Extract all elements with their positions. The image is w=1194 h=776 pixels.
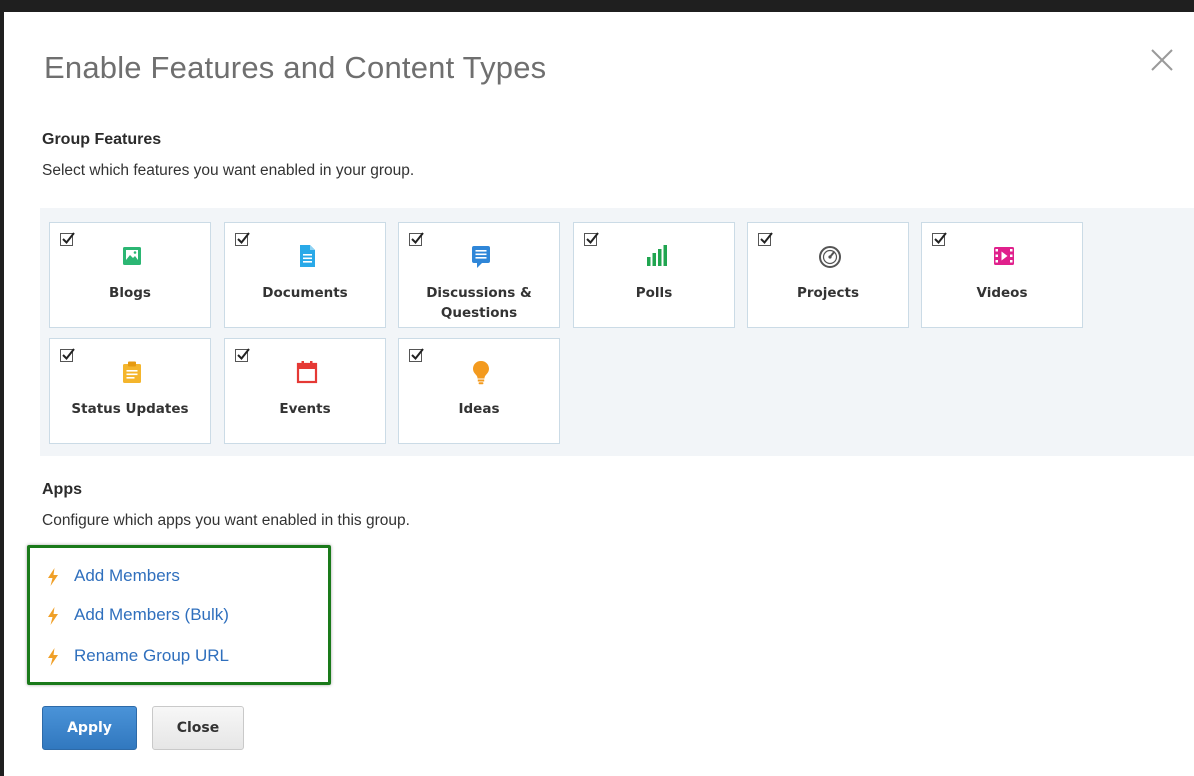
event-icon — [295, 359, 319, 385]
video-icon — [992, 243, 1016, 269]
blogs-checkbox[interactable] — [60, 232, 75, 246]
feature-tile-events[interactable]: Events — [224, 338, 386, 444]
apps-description: Configure which apps you want enabled in… — [42, 512, 410, 529]
app-link-label[interactable]: Rename Group URL — [74, 646, 229, 666]
app-link-label[interactable]: Add Members (Bulk) — [74, 605, 229, 625]
bolt-icon — [46, 648, 60, 666]
feature-label: Status Updates — [71, 401, 189, 417]
feature-tile-status-updates[interactable]: Status Updates — [49, 338, 211, 444]
feature-tile-documents[interactable]: Documents — [224, 222, 386, 328]
close-icon[interactable] — [1146, 44, 1178, 76]
feature-label: Blogs — [109, 285, 151, 301]
group-features-heading: Group Features — [42, 131, 162, 148]
feature-label: Documents — [262, 285, 348, 301]
poll-icon — [644, 243, 668, 269]
feature-label: Discussions & Questions — [426, 285, 532, 321]
apps-heading: Apps — [42, 481, 82, 498]
feature-label: Projects — [796, 285, 860, 301]
idea-icon — [469, 359, 493, 385]
apply-button[interactable]: Apply — [42, 706, 137, 750]
feature-label: Polls — [635, 285, 673, 301]
feature-tile-blogs[interactable]: Blogs — [49, 222, 211, 328]
feature-label: Events — [279, 401, 331, 417]
feature-label: Videos — [976, 285, 1028, 301]
bolt-icon — [46, 607, 60, 625]
ideas-checkbox[interactable] — [409, 348, 424, 362]
feature-tile-ideas[interactable]: Ideas — [398, 338, 560, 444]
feature-tile-polls[interactable]: Polls — [573, 222, 735, 328]
videos-checkbox[interactable] — [932, 232, 947, 246]
features-panel: Blogs Documents Discussions & Questions … — [40, 208, 1194, 456]
feature-tile-projects[interactable]: Projects — [747, 222, 909, 328]
feature-tile-videos[interactable]: Videos — [921, 222, 1083, 328]
feature-label: Ideas — [458, 401, 500, 417]
events-checkbox[interactable] — [235, 348, 250, 362]
projects-checkbox[interactable] — [758, 232, 773, 246]
close-button[interactable]: Close — [152, 706, 244, 750]
polls-checkbox[interactable] — [584, 232, 599, 246]
bolt-icon — [46, 568, 60, 586]
discussions-checkbox[interactable] — [409, 232, 424, 246]
app-link-label[interactable]: Add Members — [74, 566, 180, 586]
feature-tile-discussions[interactable]: Discussions & Questions — [398, 222, 560, 328]
discussion-icon — [469, 243, 493, 269]
status-update-icon — [120, 359, 144, 385]
group-features-description: Select which features you want enabled i… — [42, 162, 415, 179]
documents-checkbox[interactable] — [235, 232, 250, 246]
blog-icon — [120, 243, 144, 269]
document-icon — [295, 243, 319, 269]
dialog-title: Enable Features and Content Types — [44, 50, 547, 85]
project-icon — [818, 243, 842, 269]
status-updates-checkbox[interactable] — [60, 348, 75, 362]
